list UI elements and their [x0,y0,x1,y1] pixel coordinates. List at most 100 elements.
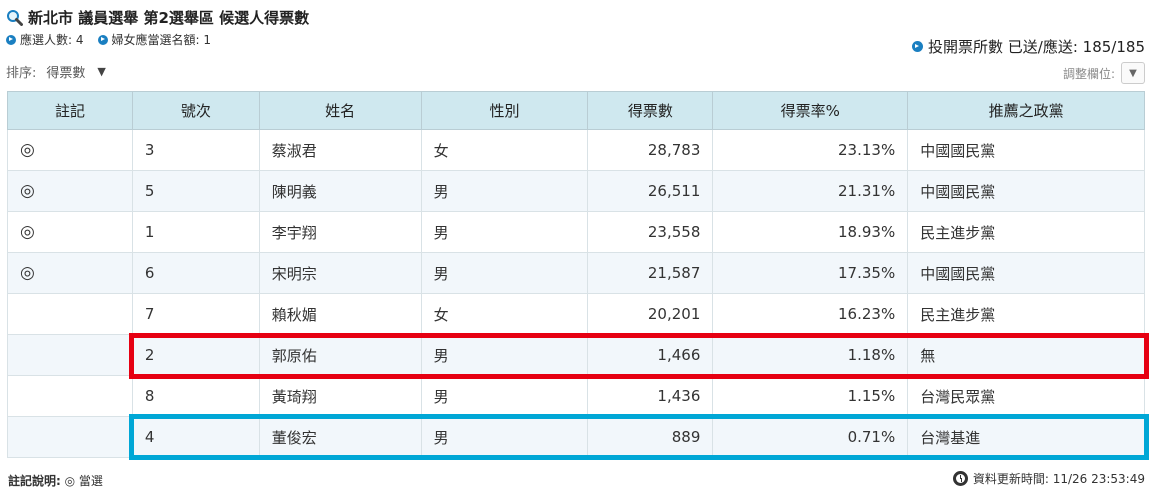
candidate-number: 2 [131,334,260,376]
column-header-rate[interactable]: 得票率% [712,91,909,130]
candidate-party: 台灣基進 [907,416,1145,458]
update-time: 資料更新時間: 11/26 23:53:49 [952,470,1145,487]
legend-note: 註記說明: ◎ 當選 [8,472,103,489]
column-header-votes[interactable]: 得票數 [587,91,714,130]
seats-text: 應選人數: 4 [20,33,84,47]
candidate-rate: 21.31% [712,170,909,212]
column-header-mark[interactable]: 註記 [7,91,133,130]
candidate-votes: 1,436 [587,375,714,417]
candidate-votes: 889 [587,416,714,458]
candidate-number: 6 [131,252,260,294]
sort-control[interactable]: 排序: 得票數 ▼ [6,62,106,81]
legend-label: 註記說明: [8,474,61,488]
table-header-row: 註記 號次 姓名 性別 得票數 得票率% 推薦之政黨 [7,91,1145,130]
adjust-columns-button[interactable]: ▼ [1121,62,1145,84]
table-row: ◎ 6 宋明宗 男 21,587 17.35% 中國國民黨 [7,252,1145,294]
candidate-votes: 1,466 [587,334,714,376]
seat-info: 應選人數: 4 婦女應當選名額: 1 [6,31,225,48]
candidate-votes: 20,201 [587,293,714,335]
candidate-party: 中國國民黨 [907,170,1145,212]
candidate-number: 7 [131,293,260,335]
candidate-number: 8 [131,375,260,417]
candidate-rate: 0.71% [712,416,909,458]
clock-icon [952,471,968,486]
chevron-down-icon: ▼ [1129,67,1137,79]
page-title: 新北市 議員選舉 第2選舉區 候選人得票數 [28,8,310,27]
candidate-rate: 1.15% [712,375,909,417]
arrow-bullet-icon [912,41,924,52]
sort-value[interactable]: 得票數 [46,62,85,81]
women-seats-info: 婦女應當選名額: 1 [97,31,212,48]
women-seats-text: 婦女應當選名額: 1 [111,33,212,47]
candidate-party: 無 [907,334,1145,376]
table-row: ◎ 3 蔡淑君 女 28,783 23.13% 中國國民黨 [7,129,1145,171]
candidate-rate: 1.18% [712,334,909,376]
candidate-party: 台灣民眾黨 [907,375,1145,417]
elected-mark [7,334,133,376]
candidate-gender: 女 [420,129,589,171]
arrow-bullet-icon [6,34,16,45]
sort-dropdown-icon[interactable]: ▼ [97,65,105,78]
candidate-name: 李宇翔 [258,211,422,253]
table-row: 2 郭原佑 男 1,466 1.18% 無 [7,334,1145,376]
legend-text: ◎ 當選 [64,474,103,488]
candidate-party: 民主進步黨 [907,293,1145,335]
candidate-rate: 16.23% [712,293,909,335]
column-header-number[interactable]: 號次 [131,91,260,130]
candidate-votes: 21,587 [587,252,714,294]
candidate-gender: 男 [420,375,589,417]
seats-info: 應選人數: 4 [6,31,84,48]
candidate-name: 陳明義 [258,170,422,212]
results-table: 註記 號次 姓名 性別 得票數 得票率% 推薦之政黨 ◎ 3 蔡淑君 女 28,… [7,91,1145,458]
table-row: 7 賴秋媚 女 20,201 16.23% 民主進步黨 [7,293,1145,335]
candidate-name: 郭原佑 [258,334,422,376]
elected-mark [7,416,133,458]
candidate-votes: 26,511 [587,170,714,212]
candidate-name: 宋明宗 [258,252,422,294]
elected-mark [7,293,133,335]
candidate-gender: 男 [420,211,589,253]
candidate-party: 民主進步黨 [907,211,1145,253]
table-row: 8 黃琦翔 男 1,436 1.15% 台灣民眾黨 [7,375,1145,417]
update-time-text: 資料更新時間: 11/26 23:53:49 [972,472,1145,486]
adjust-columns-label: 調整欄位: [1062,66,1115,81]
elected-mark [7,375,133,417]
column-header-party[interactable]: 推薦之政黨 [907,91,1145,130]
candidate-gender: 女 [420,293,589,335]
candidate-rate: 18.93% [712,211,909,253]
candidate-number: 4 [131,416,260,458]
candidate-party: 中國國民黨 [907,252,1145,294]
candidate-gender: 男 [420,170,589,212]
elected-mark: ◎ [7,170,133,212]
column-header-name[interactable]: 姓名 [258,91,422,130]
magnifier-icon [7,9,23,26]
elected-mark: ◎ [7,211,133,253]
elected-mark: ◎ [7,129,133,171]
candidate-number: 3 [131,129,260,171]
table-row: ◎ 5 陳明義 男 26,511 21.31% 中國國民黨 [7,170,1145,212]
candidate-rate: 23.13% [712,129,909,171]
candidate-party: 中國國民黨 [907,129,1145,171]
candidate-rate: 17.35% [712,252,909,294]
candidate-name: 董俊宏 [258,416,422,458]
candidate-votes: 28,783 [587,129,714,171]
sort-label: 排序: [6,66,37,81]
stations-info: 投開票所數 已送/應送: 185/185 [912,36,1145,57]
candidate-name: 蔡淑君 [258,129,422,171]
page-header: 新北市 議員選舉 第2選舉區 候選人得票數 [6,7,309,27]
stations-text: 投開票所數 已送/應送: 185/185 [928,38,1145,56]
candidate-gender: 男 [420,334,589,376]
candidate-name: 賴秋媚 [258,293,422,335]
candidate-gender: 男 [420,252,589,294]
column-header-gender[interactable]: 性別 [420,91,589,130]
candidate-number: 5 [131,170,260,212]
table-row: ◎ 1 李宇翔 男 23,558 18.93% 民主進步黨 [7,211,1145,253]
table-row: 4 董俊宏 男 889 0.71% 台灣基進 [7,416,1145,458]
candidate-name: 黃琦翔 [258,375,422,417]
arrow-bullet-icon [97,34,108,45]
elected-mark: ◎ [7,252,133,294]
candidate-gender: 男 [420,416,589,458]
adjust-columns-control: 調整欄位: ▼ [1063,62,1145,84]
candidate-number: 1 [131,211,260,253]
candidate-votes: 23,558 [587,211,714,253]
